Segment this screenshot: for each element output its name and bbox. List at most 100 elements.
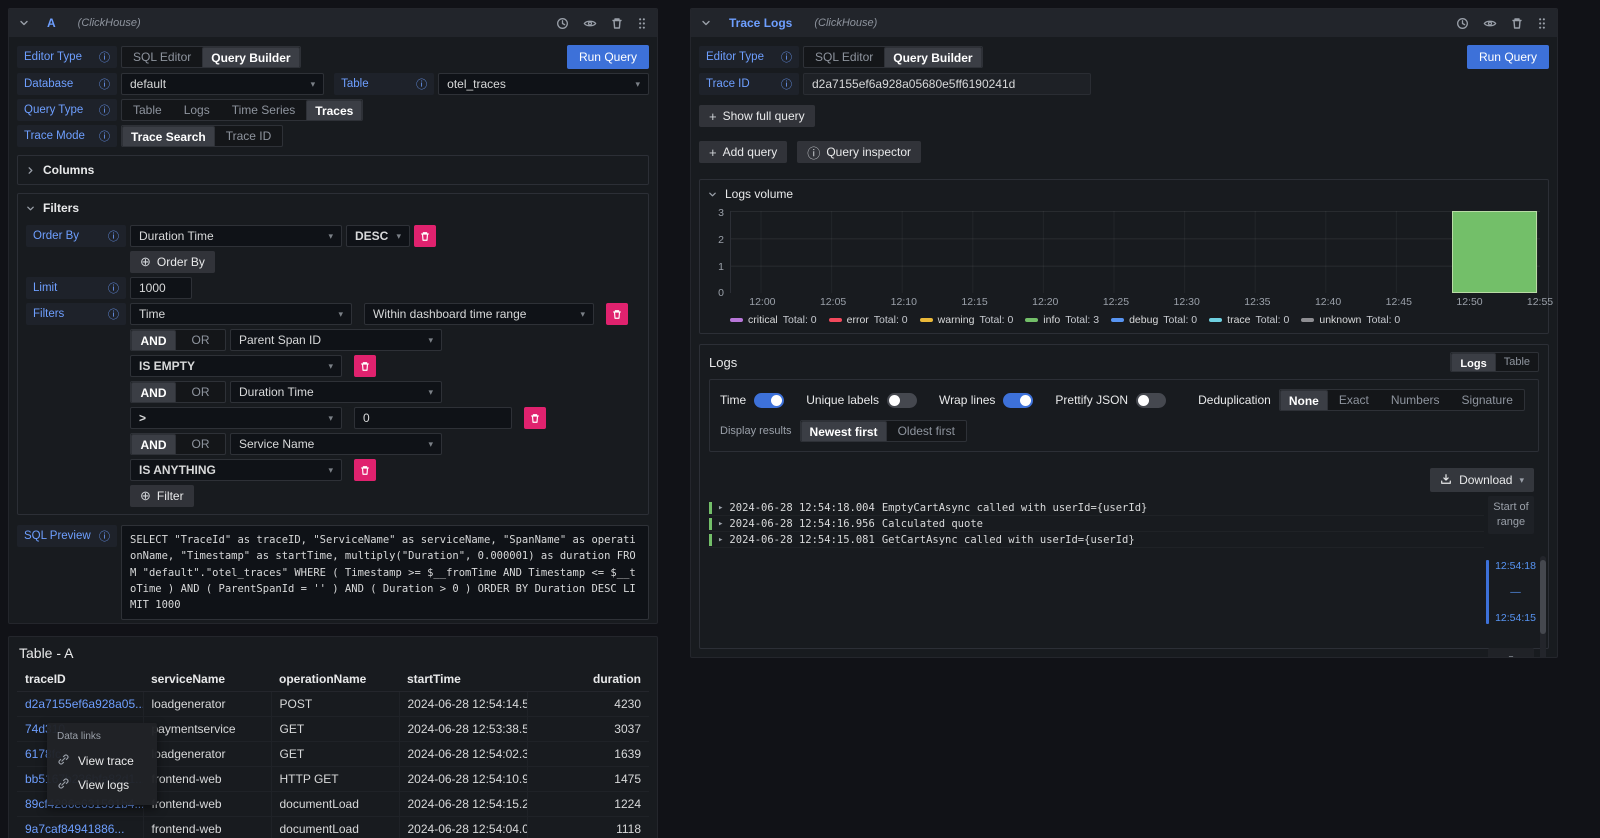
dedup-numbers[interactable]: Numbers — [1380, 390, 1451, 410]
wrap-lines-toggle[interactable] — [1003, 393, 1033, 408]
editor-type-query-builder[interactable]: Query Builder — [202, 47, 299, 68]
info-bar[interactable] — [1452, 211, 1537, 293]
history-icon[interactable] — [556, 17, 569, 30]
info-icon[interactable]: ⓘ — [99, 102, 110, 118]
info-icon[interactable]: ⓘ — [416, 76, 427, 92]
info-icon[interactable]: ⓘ — [108, 280, 119, 296]
drag-handle-icon[interactable] — [1537, 17, 1547, 30]
view-logs-option[interactable]: Logs — [1451, 353, 1495, 372]
order-by-field-select[interactable]: Duration Time▾ — [130, 225, 342, 247]
prettify-json-toggle[interactable] — [1136, 393, 1166, 408]
info-icon[interactable]: ⓘ — [781, 49, 792, 65]
run-query-button[interactable]: Run Query — [1467, 45, 1549, 69]
legend-item-debug[interactable]: debugTotal: 0 — [1111, 314, 1197, 326]
trash-icon[interactable] — [611, 17, 623, 30]
remove-filter1-button[interactable] — [354, 355, 376, 377]
drag-handle-icon[interactable] — [637, 17, 647, 30]
trace-id-input[interactable]: d2a7155ef6a928a05680e5ff6190241d — [803, 73, 1091, 95]
time-range-selector[interactable]: 12:54:18 — 12:54:15 — [1486, 560, 1536, 624]
download-button[interactable]: Download ▾ — [1430, 468, 1534, 492]
legend-item-warning[interactable]: warningTotal: 0 — [920, 314, 1014, 326]
expand-chevron-icon[interactable]: ▸ — [718, 535, 723, 545]
col-header-starttime[interactable]: startTime — [399, 667, 527, 692]
add-filter-button[interactable]: ⊕Filter — [130, 485, 194, 507]
unique-labels-toggle[interactable] — [887, 393, 917, 408]
dedup-exact[interactable]: Exact — [1328, 390, 1380, 410]
trace-link[interactable]: 9a7caf84941886... — [25, 822, 124, 836]
logs-scrollbar[interactable] — [1540, 556, 1546, 657]
eye-icon[interactable] — [1483, 17, 1497, 30]
dedup-none[interactable]: None — [1280, 390, 1328, 411]
remove-filter2-button[interactable] — [524, 407, 546, 429]
query-type-table[interactable]: Table — [122, 100, 173, 120]
filters-section-toggle[interactable]: Filters — [26, 201, 640, 215]
query-type-logs[interactable]: Logs — [173, 100, 221, 120]
legend-item-unknown[interactable]: unknownTotal: 0 — [1301, 314, 1400, 326]
scrollbar-thumb[interactable] — [1540, 560, 1546, 634]
order-by-direction-select[interactable]: DESC▾ — [346, 225, 410, 247]
info-icon[interactable]: ⓘ — [99, 49, 110, 65]
legend-item-error[interactable]: errorTotal: 0 — [829, 314, 908, 326]
query-type-time-series[interactable]: Time Series — [221, 100, 307, 120]
add-order-by-button[interactable]: ⊕Order By — [130, 251, 215, 273]
show-full-query-button[interactable]: +Show full query — [699, 105, 815, 127]
filter1-operator-select[interactable]: IS EMPTY▾ — [130, 355, 342, 377]
info-icon[interactable]: ⓘ — [99, 128, 110, 144]
filter3-operator-select[interactable]: IS ANYTHING▾ — [130, 459, 342, 481]
col-header-servicename[interactable]: serviceName — [143, 667, 271, 692]
info-icon[interactable]: ⓘ — [108, 306, 119, 322]
filter2-field-select[interactable]: Duration Time▾ — [230, 381, 442, 403]
collapse-chevron-icon[interactable] — [701, 18, 711, 28]
add-query-button[interactable]: +Add query — [699, 141, 787, 163]
info-icon[interactable]: ⓘ — [781, 76, 792, 92]
columns-section[interactable]: Columns — [17, 155, 649, 185]
filter3-and[interactable]: AND — [131, 434, 176, 455]
collapse-chevron-icon[interactable] — [19, 18, 29, 28]
remove-filter3-button[interactable] — [354, 459, 376, 481]
editor-type-query-builder[interactable]: Query Builder — [884, 47, 981, 68]
filter2-and[interactable]: AND — [131, 382, 176, 403]
logs-volume-toggle[interactable]: Logs volume — [708, 187, 1540, 201]
remove-time-filter-button[interactable] — [606, 303, 628, 325]
filter-time-field-select[interactable]: Time▾ — [130, 303, 352, 325]
oldest-first-option[interactable]: Oldest first — [887, 421, 966, 441]
filter3-field-select[interactable]: Service Name▾ — [230, 433, 442, 455]
col-header-duration[interactable]: duration — [527, 667, 649, 692]
info-icon[interactable]: ⓘ — [99, 76, 110, 92]
database-select[interactable]: default▾ — [121, 73, 324, 95]
limit-input[interactable]: 1000 — [130, 277, 192, 299]
col-header-traceid[interactable]: traceID — [17, 667, 143, 692]
log-line[interactable]: ▸ 2024-06-28 12:54:15.081 GetCartAsync c… — [709, 532, 1484, 548]
view-trace-link[interactable]: View trace — [57, 749, 147, 773]
filter2-or[interactable]: OR — [176, 382, 225, 402]
trace-mode-search[interactable]: Trace Search — [122, 126, 215, 147]
dedup-signature[interactable]: Signature — [1451, 390, 1524, 410]
history-icon[interactable] — [1456, 17, 1469, 30]
older-logs-button[interactable]: ▾ Older logs — [1488, 648, 1534, 657]
editor-type-sql-editor[interactable]: SQL Editor — [804, 47, 884, 67]
trace-mode-id[interactable]: Trace ID — [215, 126, 283, 146]
trace-link[interactable]: d2a7155ef6a928a05... — [25, 697, 143, 711]
log-line[interactable]: ▸ 2024-06-28 12:54:18.004 EmptyCartAsync… — [709, 500, 1484, 516]
log-line[interactable]: ▸ 2024-06-28 12:54:16.956 Calculated quo… — [709, 516, 1484, 532]
legend-item-info[interactable]: infoTotal: 3 — [1025, 314, 1099, 326]
query-inspector-button[interactable]: ⓘQuery inspector — [797, 141, 921, 163]
col-header-operationname[interactable]: operationName — [271, 667, 399, 692]
legend-item-trace[interactable]: traceTotal: 0 — [1209, 314, 1289, 326]
filter1-and[interactable]: AND — [131, 330, 176, 351]
info-icon[interactable]: ⓘ — [108, 228, 119, 244]
info-icon[interactable]: ⓘ — [99, 528, 110, 544]
run-query-button[interactable]: Run Query — [567, 45, 649, 69]
query-type-traces[interactable]: Traces — [306, 100, 362, 121]
remove-order-by-button[interactable] — [414, 225, 436, 247]
table-select[interactable]: otel_traces▾ — [438, 73, 649, 95]
trash-icon[interactable] — [1511, 17, 1523, 30]
time-toggle[interactable] — [754, 393, 784, 408]
legend-item-critical[interactable]: criticalTotal: 0 — [730, 314, 817, 326]
filter1-or[interactable]: OR — [176, 330, 225, 350]
view-logs-link[interactable]: View logs — [57, 773, 147, 797]
expand-chevron-icon[interactable]: ▸ — [718, 503, 723, 513]
eye-icon[interactable] — [583, 17, 597, 30]
expand-chevron-icon[interactable]: ▸ — [718, 519, 723, 529]
editor-type-sql-editor[interactable]: SQL Editor — [122, 47, 202, 67]
